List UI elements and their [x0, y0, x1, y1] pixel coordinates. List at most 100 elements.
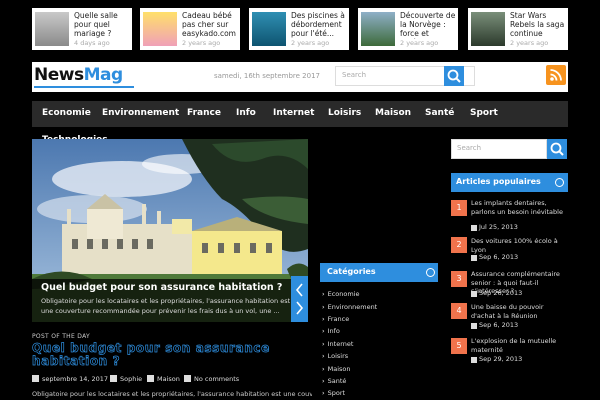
site-logo[interactable]: NewsMag — [34, 65, 123, 85]
category-item[interactable]: › Loisirs — [322, 352, 348, 360]
hero-title[interactable]: Quel budget pour son assurance habitatio… — [41, 282, 291, 293]
category-label[interactable]: Economie — [328, 290, 360, 298]
categories-header: Catégories — [320, 263, 438, 282]
top-featured-strip: Quelle salle pour quel mariage ? 4 days … — [0, 0, 600, 58]
main-nav: Economie Environnement France Info Inter… — [32, 101, 568, 145]
nav-item-sport[interactable]: Sport — [470, 108, 498, 118]
nav-item-info[interactable]: Info — [236, 108, 256, 118]
popular-title[interactable]: Une baisse du pouvoir d'achat à la Réuni… — [471, 303, 568, 320]
nav-item-france[interactable]: France — [187, 108, 221, 118]
nav-item-environnement[interactable]: Environnement — [102, 108, 179, 118]
top-post-title[interactable]: Des piscines à débordement pour l'été... — [291, 11, 349, 39]
top-post-title[interactable]: Quelle salle pour quel mariage ? — [74, 11, 132, 39]
top-post-card[interactable]: Découverte de la Norvège : force et indé… — [358, 8, 458, 50]
post-author[interactable]: Sophie — [120, 375, 142, 383]
popular-title[interactable]: L'explosion de la mutuelle maternité — [471, 337, 568, 354]
rss-button[interactable] — [546, 65, 566, 85]
comment-icon — [184, 375, 191, 382]
top-post-card[interactable]: Cadeau bébé pas cher sur easykado.com 2 … — [140, 8, 240, 50]
top-post-thumbnail[interactable] — [471, 12, 505, 46]
circle-arrow-icon — [426, 268, 435, 277]
hero-description: Obligatoire pour les locataires et les p… — [41, 297, 291, 315]
category-label[interactable]: Maison — [328, 365, 351, 373]
category-item[interactable]: › Environnement — [322, 303, 377, 311]
top-post-date: 2 years ago — [510, 39, 549, 47]
popular-date: Sep 6, 2013 — [479, 253, 519, 261]
top-post-date: 2 years ago — [400, 39, 439, 47]
popular-articles-title: Articles populaires — [456, 177, 541, 186]
popular-date: Jul 25, 2013 — [479, 223, 518, 231]
popular-rank: 4 — [451, 303, 467, 319]
nav-item-sante[interactable]: Santé — [425, 108, 454, 118]
top-post-date: 4 days ago — [74, 39, 110, 47]
nav-item-internet[interactable]: Internet — [273, 108, 314, 118]
post-excerpt: Obligatoire pour les locataires et les p… — [32, 390, 312, 398]
top-post-card[interactable]: Star Wars Rebels la saga continue 2 year… — [468, 8, 568, 50]
post-date: septembre 14, 2017 — [42, 375, 109, 383]
popular-rank: 1 — [451, 200, 467, 216]
nav-item-loisirs[interactable]: Loisirs — [328, 108, 361, 118]
calendar-icon — [471, 225, 477, 231]
popular-rank: 2 — [451, 237, 467, 253]
post-of-day-title[interactable]: Quel budget pour son assurance habitatio… — [32, 341, 302, 368]
rss-icon — [550, 69, 562, 81]
category-item[interactable]: › Maison — [322, 365, 351, 373]
site-header: NewsMag samedi, 16th septembre 2017 Sear… — [32, 62, 568, 92]
category-label[interactable]: Sport — [328, 389, 345, 397]
chevron-left-icon[interactable] — [295, 283, 303, 297]
category-item[interactable]: › Internet — [322, 340, 353, 348]
category-item[interactable]: › Economie — [322, 290, 360, 298]
top-post-title[interactable]: Star Wars Rebels la saga continue — [510, 11, 568, 39]
sidebar-search-placeholder: Search — [457, 144, 482, 152]
calendar-icon — [471, 255, 477, 261]
category-item[interactable]: › Info — [322, 327, 340, 335]
popular-title[interactable]: Les implants dentaires, parlons un besoi… — [471, 199, 568, 216]
nav-item-economie[interactable]: Economie — [42, 108, 91, 118]
top-post-title[interactable]: Cadeau bébé pas cher sur easykado.com — [182, 11, 240, 39]
logo-news[interactable]: News — [34, 65, 84, 85]
post-category[interactable]: Maison — [157, 375, 180, 383]
popular-title[interactable]: Des voitures 100% écolo à Lyon — [471, 237, 568, 254]
sidebar-search-input[interactable]: Search — [451, 139, 547, 159]
calendar-icon — [471, 323, 477, 329]
calendar-icon — [32, 375, 39, 382]
header-search-button[interactable] — [444, 66, 464, 86]
top-post-thumbnail[interactable] — [35, 12, 69, 46]
category-label[interactable]: France — [328, 315, 350, 323]
chevron-right-icon[interactable] — [296, 301, 304, 315]
post-comments[interactable]: No comments — [194, 375, 239, 383]
popular-articles-header: Articles populaires — [451, 173, 568, 192]
calendar-icon — [471, 357, 477, 363]
logo-underline — [34, 86, 134, 88]
top-post-thumbnail[interactable] — [361, 12, 395, 46]
top-post-date: 2 years ago — [291, 39, 330, 47]
top-post-card[interactable]: Quelle salle pour quel mariage ? 4 days … — [32, 8, 132, 50]
circle-arrow-icon — [555, 178, 564, 187]
category-label[interactable]: Info — [328, 327, 340, 335]
popular-date: Sep 29, 2013 — [479, 355, 523, 363]
sidebar-search-button[interactable] — [547, 139, 567, 159]
search-icon — [447, 69, 461, 83]
nav-item-maison[interactable]: Maison — [375, 108, 411, 118]
category-item[interactable]: › Santé — [322, 377, 346, 385]
post-of-day-label: POST OF THE DAY — [32, 333, 90, 340]
calendar-icon — [471, 291, 477, 297]
user-icon — [110, 375, 117, 382]
top-post-title[interactable]: Découverte de la Norvège : force et indé… — [400, 11, 458, 39]
folder-icon — [147, 375, 154, 382]
logo-mag[interactable]: Mag — [84, 65, 124, 85]
category-label[interactable]: Santé — [328, 377, 347, 385]
category-item[interactable]: › Sport — [322, 389, 345, 397]
category-label[interactable]: Internet — [328, 340, 354, 348]
categories-title: Catégories — [327, 267, 376, 276]
top-post-card[interactable]: Des piscines à débordement pour l'été...… — [249, 8, 349, 50]
category-label[interactable]: Loisirs — [328, 352, 349, 360]
popular-rank: 3 — [451, 271, 467, 287]
hero-slider[interactable]: Quel budget pour son assurance habitatio… — [32, 139, 308, 322]
top-post-thumbnail[interactable] — [143, 12, 177, 46]
top-post-thumbnail[interactable] — [252, 12, 286, 46]
top-post-date: 2 years ago — [182, 39, 221, 47]
category-item[interactable]: › France — [322, 315, 349, 323]
header-date: samedi, 16th septembre 2017 — [214, 72, 320, 80]
category-label[interactable]: Environnement — [328, 303, 378, 311]
